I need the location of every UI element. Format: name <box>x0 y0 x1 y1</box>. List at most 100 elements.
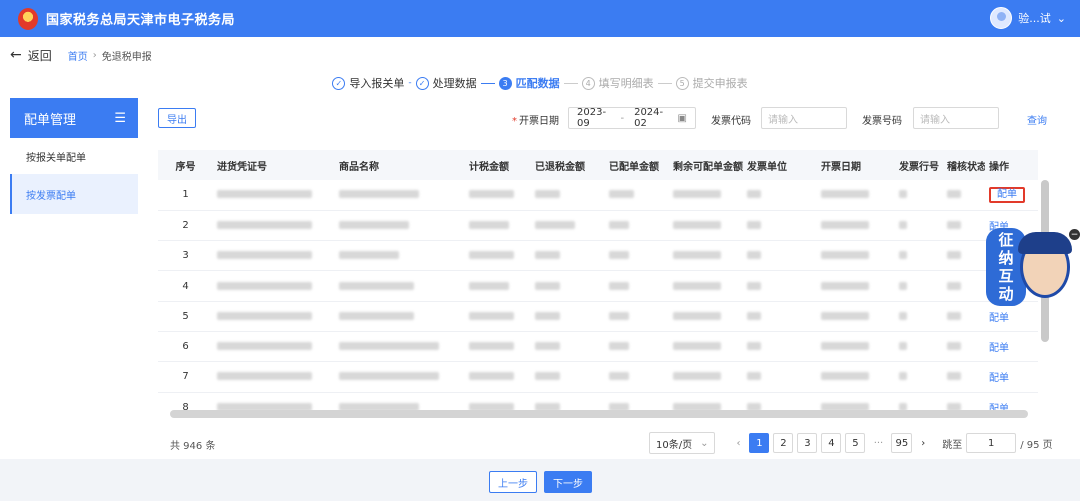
page-size-value[interactable]: 10条/页 <box>656 436 692 451</box>
redacted-value <box>217 311 312 320</box>
invoice-no-input[interactable]: 请输入 <box>913 107 999 129</box>
table-row[interactable]: 6 配单 <box>158 331 1038 363</box>
table-row[interactable]: 2 配单 <box>158 210 1038 242</box>
redacted-value <box>821 342 869 351</box>
redacted-cell <box>213 210 335 242</box>
redacted-cell <box>213 240 335 272</box>
sidebar-item-by-invoice[interactable]: 按发票配单 <box>10 174 138 214</box>
back-label[interactable]: 返回 <box>28 47 52 64</box>
query-button[interactable]: 查询 <box>1027 112 1047 127</box>
redacted-cell <box>669 180 743 211</box>
redacted-cell <box>943 361 985 393</box>
jump-input[interactable]: 1 <box>966 433 1017 453</box>
match-button[interactable]: 配单 <box>989 313 1009 324</box>
invoice-no-label: 发票号码 <box>862 116 902 127</box>
op-cell: 配单 <box>985 331 1038 363</box>
table-row[interactable]: 3 配单 <box>158 240 1038 272</box>
col-header: 进货凭证号 <box>213 150 335 180</box>
redacted-cell <box>605 270 669 302</box>
site-title: 国家税务总局天津市电子税务局 <box>46 13 236 28</box>
export-button[interactable]: 导出 <box>158 108 196 128</box>
redacted-value <box>609 220 629 229</box>
table-row[interactable]: 1 配单 <box>158 180 1038 211</box>
redacted-value <box>821 281 869 290</box>
page-ellipsis[interactable]: ··· <box>869 438 887 449</box>
minus-icon[interactable]: − <box>1069 229 1080 240</box>
match-button[interactable]: 配单 <box>989 343 1009 354</box>
prev-step-button[interactable]: 上一步 <box>489 471 537 493</box>
user-menu[interactable]: 验...试 ⌄ <box>990 7 1066 29</box>
redacted-value <box>535 372 560 381</box>
menu-collapse-icon[interactable]: ☰ <box>114 111 126 126</box>
breadcrumb-separator: › <box>92 49 97 61</box>
prev-page-icon[interactable]: ‹ <box>731 438 745 449</box>
chevron-down-icon[interactable]: ⌄ <box>700 438 708 449</box>
col-header: 已退税金额 <box>531 150 605 180</box>
user-name[interactable]: 验...试 <box>1018 10 1051 26</box>
page-size-select[interactable]: 10条/页 ⌄ <box>649 432 716 454</box>
page-button[interactable]: 2 <box>773 433 794 453</box>
mascot-hat-icon <box>1018 232 1072 254</box>
page-button[interactable]: 5 <box>845 433 866 453</box>
breadcrumb-home[interactable]: 首页 <box>68 48 88 63</box>
date-separator: - <box>620 112 625 124</box>
breadcrumb-current: 免退税申报 <box>101 51 152 63</box>
redacted-cell <box>531 301 605 332</box>
redacted-value <box>217 220 312 229</box>
col-header: 计税金额 <box>465 150 531 180</box>
arrow-left-icon[interactable]: ← <box>10 47 22 63</box>
page-button[interactable]: 4 <box>821 433 842 453</box>
sidebar-item-by-customs[interactable]: 按报关单配单 <box>10 138 138 174</box>
interaction-widget[interactable]: 征 纳 互 动 <box>986 228 1072 306</box>
user-avatar-icon[interactable] <box>990 7 1013 29</box>
pagination: 10条/页 ⌄ ‹ 1 2 3 4 5 ··· 95 › 跳至 1 / 95 页 <box>649 432 1053 454</box>
redacted-cell <box>605 180 669 211</box>
redacted-value <box>821 220 869 229</box>
redacted-value <box>339 281 414 290</box>
chevron-down-icon[interactable]: ⌄ <box>1057 12 1066 25</box>
table-row[interactable]: 4 配单 <box>158 270 1038 302</box>
next-page-icon[interactable]: › <box>916 438 930 449</box>
match-button[interactable]: 配单 <box>989 373 1009 384</box>
page-button[interactable]: 95 <box>891 433 913 453</box>
step-label: 提交申报表 <box>692 77 748 90</box>
invoice-code-input[interactable]: 请输入 <box>761 107 847 129</box>
redacted-cell <box>895 301 943 332</box>
page-button[interactable]: 1 <box>749 433 770 453</box>
redacted-cell <box>531 210 605 242</box>
redacted-value <box>673 251 721 260</box>
redacted-value <box>469 311 514 320</box>
sidebar-item-label[interactable]: 按报关单配单 <box>26 149 86 164</box>
redacted-value <box>947 251 961 260</box>
page-button[interactable]: 3 <box>797 433 818 453</box>
sidebar-item-label[interactable]: 按发票配单 <box>26 187 76 202</box>
redacted-cell <box>605 210 669 242</box>
redacted-value <box>747 220 761 229</box>
date-range-picker[interactable]: 2023-09 - 2024-02 ▣ <box>568 107 696 129</box>
next-step-button[interactable]: 下一步 <box>544 471 592 493</box>
calendar-icon[interactable]: ▣ <box>678 113 687 124</box>
redacted-cell <box>531 331 605 363</box>
horizontal-scrollbar[interactable] <box>170 410 1028 418</box>
date-start[interactable]: 2023-09 <box>577 107 610 129</box>
check-icon: ✓ <box>415 76 429 90</box>
date-end[interactable]: 2024-02 <box>634 107 667 129</box>
step-label: 填写明细表 <box>598 77 654 90</box>
step-1: ✓ 导入报关单 <box>332 75 404 91</box>
redacted-cell <box>669 240 743 272</box>
sidebar: 配单管理 ☰ 按报关单配单 按发票配单 <box>10 98 138 226</box>
redacted-cell <box>743 180 817 211</box>
total-count: 共 946 条 <box>170 441 216 452</box>
table-row[interactable]: 7 配单 <box>158 361 1038 393</box>
redacted-value <box>747 251 761 260</box>
step-connector <box>480 82 495 84</box>
redacted-cell <box>465 301 531 332</box>
redacted-value <box>899 220 907 229</box>
back-button[interactable]: ← 返回 <box>10 47 52 64</box>
col-header: 序号 <box>158 150 213 180</box>
redacted-cell <box>465 361 531 393</box>
redacted-cell <box>213 270 335 302</box>
match-button-highlighted[interactable]: 配单 <box>989 186 1025 203</box>
table-row[interactable]: 5 配单 <box>158 301 1038 332</box>
check-icon: ✓ <box>332 76 346 90</box>
